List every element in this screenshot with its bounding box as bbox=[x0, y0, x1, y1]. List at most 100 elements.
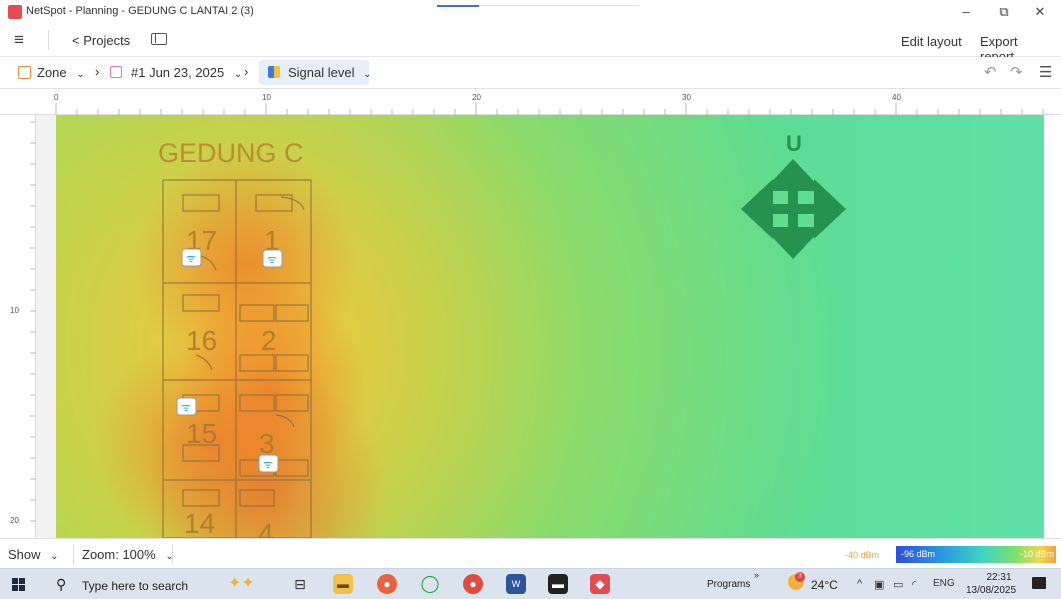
wifi-icon: ᯤ bbox=[186, 252, 196, 265]
survey-icon bbox=[110, 66, 122, 78]
battery-icon[interactable]: ▭ bbox=[893, 578, 903, 591]
wifi-icon: ᯤ bbox=[267, 253, 277, 266]
file-explorer-icon[interactable]: ▬ bbox=[333, 574, 353, 594]
ruler-label: 40 bbox=[892, 93, 901, 102]
room-number: 16 bbox=[186, 325, 217, 356]
ruler-label: 30 bbox=[682, 93, 691, 102]
chevron-down-icon: ⌄ bbox=[233, 69, 243, 80]
ruler-ticks bbox=[55, 103, 1044, 115]
whatsapp-icon[interactable]: ◯ bbox=[420, 574, 440, 594]
visualization-label: Signal level bbox=[288, 65, 355, 80]
status-bar: Show ⌄ Zoom: 100% ⌄ -40 dBm -96 dBm -10 … bbox=[0, 538, 1061, 568]
title-bar: NetSpot - Planning - GEDUNG C LANTAI 2 (… bbox=[0, 0, 1061, 24]
restore-button[interactable]: ⧉ bbox=[990, 2, 1018, 22]
edit-layout-button[interactable]: Edit layout bbox=[901, 34, 962, 49]
vertical-ruler: 10 20 bbox=[0, 115, 36, 538]
status-divider bbox=[73, 544, 74, 564]
chevron-down-icon: ⌄ bbox=[50, 551, 59, 562]
weather-badge: 3 bbox=[795, 572, 805, 582]
access-point[interactable]: ᯤ bbox=[181, 248, 202, 267]
wifi-icon: ᯤ bbox=[181, 401, 191, 414]
close-button[interactable]: ✕ bbox=[1026, 2, 1054, 22]
survey-label: #1 Jun 23, 2025 bbox=[131, 65, 225, 80]
title-accent-line bbox=[437, 5, 479, 7]
show-dropdown[interactable]: Show ⌄ bbox=[8, 547, 59, 562]
survey-dropdown[interactable]: #1 Jun 23, 2025 ⌄ bbox=[131, 65, 242, 80]
ruler-label: 0 bbox=[54, 93, 59, 102]
windows-start-icon[interactable] bbox=[12, 578, 25, 591]
breadcrumb: Zone ⌄ › #1 Jun 23, 2025 ⌄ › Signal leve… bbox=[0, 57, 1061, 89]
zoom-label: Zoom: 100% bbox=[82, 547, 156, 562]
search-icon: ⚲ bbox=[56, 576, 67, 592]
menu-icon[interactable]: ≡ bbox=[14, 30, 24, 50]
chrome-icon[interactable]: ● bbox=[377, 574, 397, 594]
sidebar-toggle-icon[interactable] bbox=[151, 33, 167, 45]
canvas-margin bbox=[1044, 115, 1061, 538]
floor-plan: GEDUNG C 17 1 16 2 15 3 14 4 U ᯤ ᯤ ᯤ ᯤ bbox=[158, 131, 846, 538]
windows-taskbar: ⚲ Type here to search ✦✦ ⊟ ▬ ● ◯ ● W ▬ ◆… bbox=[0, 568, 1061, 599]
room-number: 14 bbox=[184, 508, 215, 538]
status-divider bbox=[172, 544, 173, 564]
title-divider-line bbox=[479, 5, 639, 6]
undo-icon[interactable]: ↶ bbox=[984, 63, 997, 81]
visualization-label-wrap: Signal level ⌄ bbox=[288, 65, 372, 80]
sparkle-icon[interactable]: ✦✦ bbox=[228, 573, 255, 593]
projects-back-button[interactable]: < Projects bbox=[72, 33, 130, 48]
search-placeholder: Type here to search bbox=[82, 579, 189, 593]
chevron-down-icon: ⌄ bbox=[76, 69, 85, 80]
zone-icon bbox=[18, 66, 31, 79]
chevron-left-icon: < bbox=[72, 33, 80, 48]
building-label: GEDUNG C bbox=[158, 138, 304, 168]
legend-high-value: -10 dBm bbox=[1020, 549, 1055, 559]
toolbar-divider bbox=[48, 30, 49, 50]
show-label: Show bbox=[8, 547, 41, 562]
access-point[interactable]: ᯤ bbox=[258, 454, 279, 473]
ruler-label: 10 bbox=[10, 306, 19, 315]
netspot-app-icon bbox=[8, 5, 22, 19]
ruler-ticks bbox=[30, 121, 36, 522]
compass-icon: U bbox=[741, 131, 846, 259]
temperature[interactable]: 24°C bbox=[811, 578, 838, 592]
netspot-taskbar-icon[interactable]: ◆ bbox=[590, 574, 610, 594]
chevron-right-icon: › bbox=[244, 64, 249, 79]
legend-low-value: -96 dBm bbox=[901, 549, 936, 559]
chevron-right-icon: › bbox=[95, 64, 100, 79]
chevron-double-right-icon[interactable]: » bbox=[754, 570, 759, 580]
ruler-label: 10 bbox=[262, 93, 271, 102]
notification-icon[interactable] bbox=[1032, 577, 1046, 589]
main-toolbar: ≡ < Projects Edit layout Export report..… bbox=[0, 24, 1061, 64]
ruler-label: 20 bbox=[472, 93, 481, 102]
horizontal-ruler: 0 10 20 30 40 bbox=[0, 89, 1061, 115]
language-indicator[interactable]: ENG bbox=[933, 578, 955, 589]
projects-label: Projects bbox=[83, 33, 131, 48]
signal-level-icon bbox=[268, 66, 280, 78]
word-icon[interactable]: W bbox=[506, 574, 526, 594]
chevron-up-icon[interactable]: ^ bbox=[857, 578, 862, 590]
minimize-button[interactable]: – bbox=[952, 2, 980, 22]
compass-north-label: U bbox=[786, 131, 802, 156]
task-view-icon[interactable]: ⊟ bbox=[290, 574, 310, 594]
ruler-label: 20 bbox=[10, 516, 19, 525]
window-title: NetSpot - Planning - GEDUNG C LANTAI 2 (… bbox=[26, 5, 254, 17]
wifi-icon: ᯤ bbox=[263, 458, 273, 471]
access-point[interactable]: ᯤ bbox=[262, 249, 283, 268]
programs-toolbar[interactable]: Programs bbox=[707, 579, 750, 590]
clock-date[interactable]: 13/08/2025 bbox=[966, 585, 1016, 596]
map-canvas[interactable]: GEDUNG C 17 1 16 2 15 3 14 4 U ᯤ ᯤ ᯤ ᯤ bbox=[36, 115, 1061, 538]
wifi-tray-icon[interactable]: ◜ bbox=[912, 578, 916, 591]
zone-dropdown[interactable]: Zone ⌄ bbox=[37, 65, 85, 80]
clock-time[interactable]: 22:31 bbox=[981, 572, 1017, 583]
settings-sliders-icon[interactable]: ☰ bbox=[1039, 63, 1052, 81]
access-point[interactable]: ᯤ bbox=[176, 397, 197, 416]
media-app-icon[interactable]: ▬ bbox=[548, 574, 568, 594]
room-number: 2 bbox=[261, 325, 277, 356]
zone-label: Zone bbox=[37, 65, 67, 80]
display-icon[interactable]: ▣ bbox=[874, 578, 884, 591]
chrome-profile-icon[interactable]: ● bbox=[463, 574, 483, 594]
room-number: 4 bbox=[258, 518, 274, 538]
taskbar-search-box[interactable]: ⚲ Type here to search bbox=[50, 571, 294, 598]
redo-icon[interactable]: ↷ bbox=[1010, 63, 1023, 81]
room-number: 3 bbox=[259, 428, 275, 459]
zoom-dropdown[interactable]: Zoom: 100% ⌄ bbox=[82, 547, 174, 562]
chevron-down-icon: ⌄ bbox=[363, 69, 372, 80]
